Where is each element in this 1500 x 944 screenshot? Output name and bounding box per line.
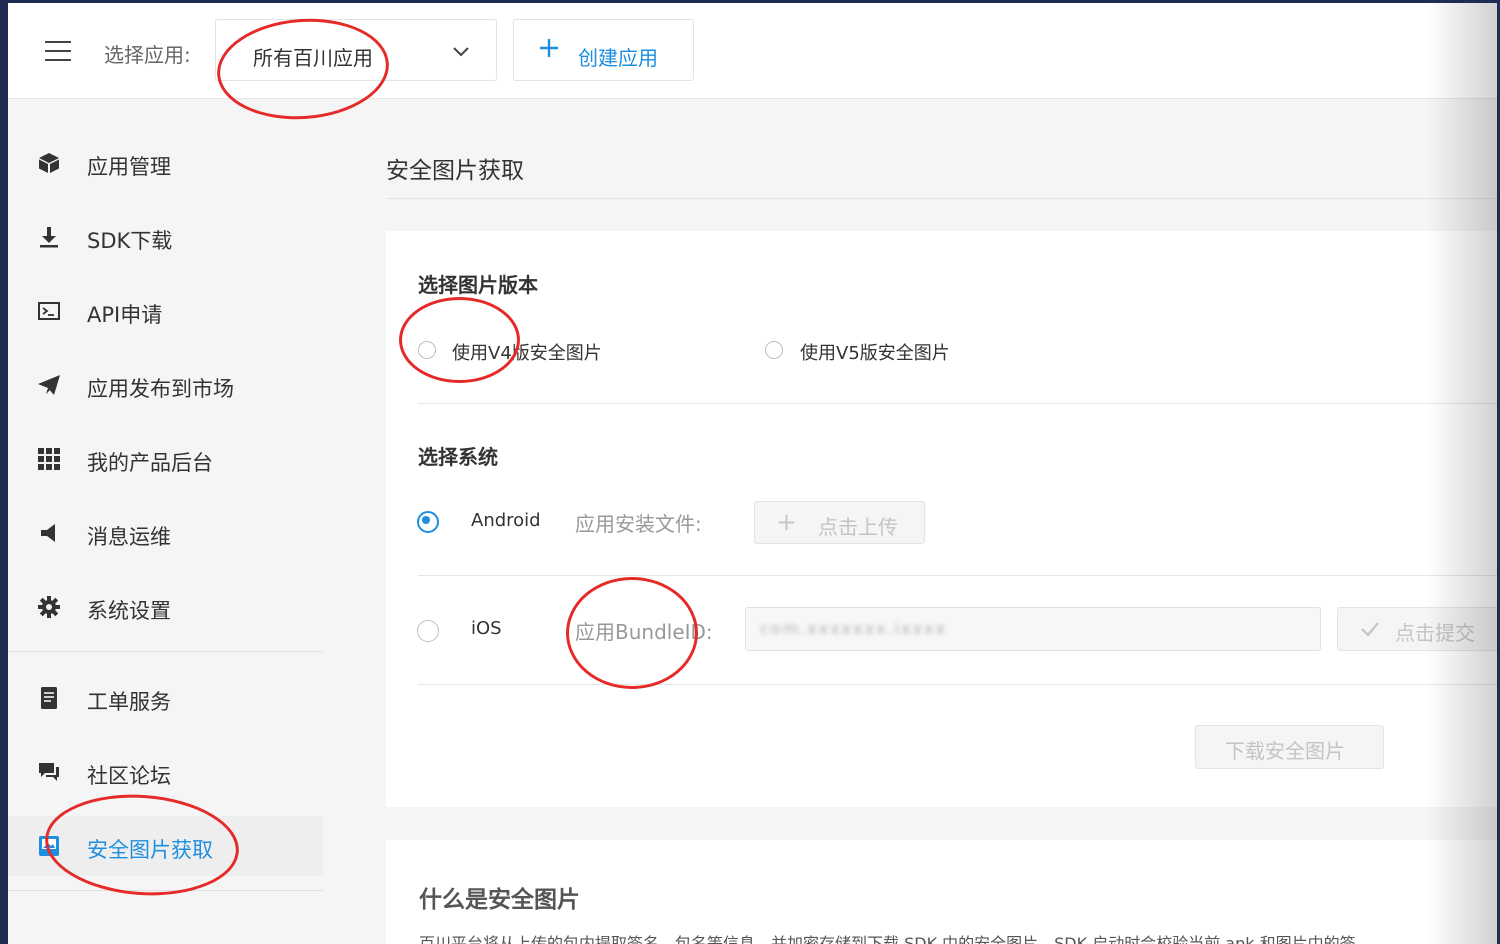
page-title: 安全图片获取 xyxy=(386,158,524,184)
sidebar-item-label: 消息运维 xyxy=(87,525,171,549)
sidebar: 应用管理 SDK下载 API申请 应用发布到市场 我的产品后台 消息运维 系统设… xyxy=(8,99,323,944)
terminal-icon xyxy=(38,302,60,320)
title-divider xyxy=(386,198,1497,199)
section-divider xyxy=(418,403,1497,404)
system-section-title: 选择系统 xyxy=(418,445,498,469)
version-section-title: 选择图片版本 xyxy=(418,273,538,297)
ios-radio[interactable] xyxy=(417,620,439,642)
sidebar-item-message-ops[interactable]: 消息运维 xyxy=(8,503,323,563)
paper-plane-icon xyxy=(38,375,60,395)
security-image-form-card: 选择图片版本 使用V4版安全图片 使用V5版安全图片 选择系统 Android … xyxy=(386,231,1497,807)
document-icon xyxy=(41,687,57,709)
create-app-label: 创建应用 xyxy=(578,46,658,70)
gear-icon xyxy=(38,596,60,618)
sidebar-divider xyxy=(8,890,323,891)
browser-viewport: 选择应用: 所有百川应用 创建应用 应用管理 SDK下载 API申请 应用发布到… xyxy=(8,3,1497,944)
create-app-button[interactable]: 创建应用 xyxy=(513,19,694,81)
sidebar-item-sdk-download[interactable]: SDK下载 xyxy=(8,207,323,267)
sidebar-item-label: API申请 xyxy=(87,303,163,327)
top-header: 选择应用: 所有百川应用 创建应用 xyxy=(8,3,1497,99)
hamburger-menu-icon[interactable] xyxy=(45,41,71,61)
submit-button-label: 点击提交 xyxy=(1395,621,1475,645)
sidebar-item-ticket-service[interactable]: 工单服务 xyxy=(8,668,323,728)
check-icon xyxy=(1361,622,1379,637)
plus-icon xyxy=(778,514,795,531)
sidebar-item-app-management[interactable]: 应用管理 xyxy=(8,133,323,193)
sidebar-divider xyxy=(8,651,323,652)
sidebar-item-security-image[interactable]: 安全图片获取 xyxy=(8,816,323,876)
section-divider xyxy=(418,684,1497,685)
app-select-value: 所有百川应用 xyxy=(253,46,373,70)
download-security-image-button[interactable]: 下载安全图片 xyxy=(1195,725,1384,769)
upload-button[interactable]: 点击上传 xyxy=(754,501,925,544)
sidebar-item-api-apply[interactable]: API申请 xyxy=(8,281,323,341)
plus-icon xyxy=(540,39,558,57)
bundle-id-label: 应用BundleID: xyxy=(575,620,713,644)
info-text: 百川平台将从上传的包内提取签名、包名等信息，并加密存储到下载 SDK 中的安全图… xyxy=(419,934,1356,944)
sidebar-item-label: 安全图片获取 xyxy=(87,838,213,862)
sidebar-item-publish-market[interactable]: 应用发布到市场 xyxy=(8,355,323,415)
submit-button[interactable]: 点击提交 xyxy=(1337,607,1497,651)
download-button-label: 下载安全图片 xyxy=(1225,739,1345,763)
sidebar-item-label: 应用发布到市场 xyxy=(87,377,234,401)
megaphone-icon xyxy=(41,524,55,542)
sidebar-item-system-settings[interactable]: 系统设置 xyxy=(8,577,323,637)
sidebar-item-label: 应用管理 xyxy=(87,155,171,179)
sidebar-item-label: 工单服务 xyxy=(87,690,171,714)
cube-icon xyxy=(39,153,59,173)
bundle-id-value: com.xxxxxxx.ixxxx xyxy=(760,619,947,638)
sidebar-item-label: 社区论坛 xyxy=(87,764,171,788)
ios-label[interactable]: iOS xyxy=(471,618,502,639)
chat-icon xyxy=(39,763,59,781)
grid-icon xyxy=(38,448,60,470)
app-select-label: 选择应用: xyxy=(104,43,191,67)
download-icon xyxy=(40,227,58,248)
chevron-down-icon xyxy=(453,47,469,57)
sidebar-item-community-forum[interactable]: 社区论坛 xyxy=(8,742,323,802)
sidebar-item-product-backend[interactable]: 我的产品后台 xyxy=(8,429,323,489)
info-card: 什么是安全图片 百川平台将从上传的包内提取签名、包名等信息，并加密存储到下载 S… xyxy=(386,840,1497,944)
install-file-label: 应用安装文件: xyxy=(575,512,702,536)
sidebar-item-label: SDK下载 xyxy=(87,229,173,253)
image-icon xyxy=(39,836,59,856)
info-title: 什么是安全图片 xyxy=(419,887,580,913)
section-divider xyxy=(418,575,1497,576)
app-select-dropdown[interactable]: 所有百川应用 xyxy=(215,19,497,81)
sidebar-item-label: 系统设置 xyxy=(87,599,171,623)
sidebar-item-label: 我的产品后台 xyxy=(87,451,213,475)
v5-radio[interactable] xyxy=(765,341,783,359)
android-radio[interactable] xyxy=(417,511,439,533)
bundle-id-input[interactable]: com.xxxxxxx.ixxxx xyxy=(745,607,1321,651)
v5-radio-label[interactable]: 使用V5版安全图片 xyxy=(800,339,950,365)
v4-radio[interactable] xyxy=(418,341,436,359)
upload-button-label: 点击上传 xyxy=(818,515,898,539)
v4-radio-label[interactable]: 使用V4版安全图片 xyxy=(452,339,602,365)
android-label[interactable]: Android xyxy=(471,510,541,531)
